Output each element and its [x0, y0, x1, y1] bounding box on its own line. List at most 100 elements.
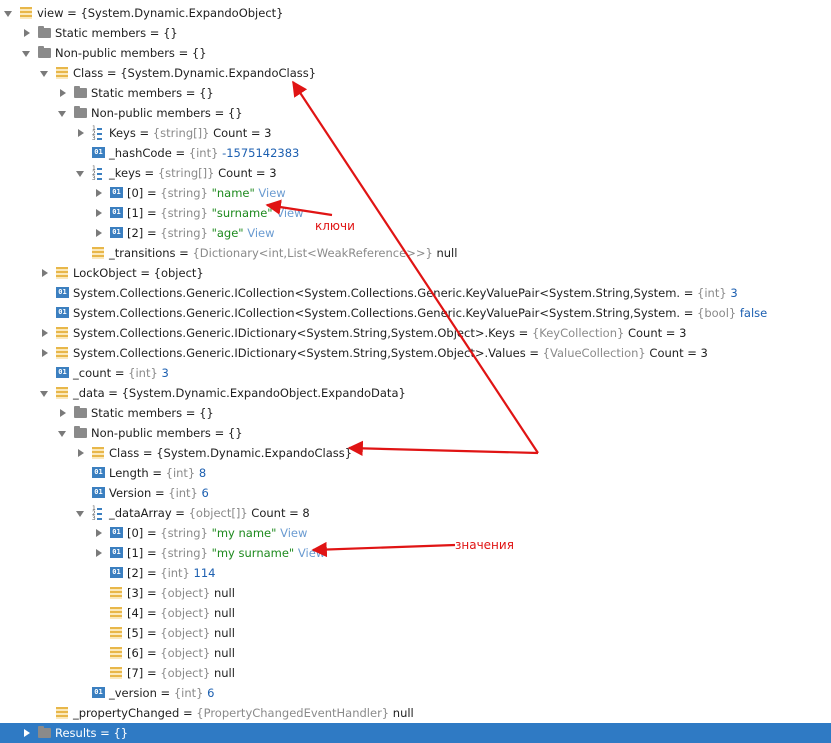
object-icon	[110, 607, 122, 619]
expand-arrow-icon[interactable]	[94, 183, 104, 203]
tree-row[interactable]: 01 _hashCode = {int} -1575142383	[0, 143, 831, 163]
primitive-icon: 01	[92, 147, 105, 158]
folder-icon	[38, 26, 51, 38]
collapse-arrow-icon[interactable]	[58, 423, 68, 443]
expand-arrow-icon[interactable]	[94, 543, 104, 563]
row-value: 114	[193, 566, 216, 580]
tree-row[interactable]: 01 _version = {int} 6	[0, 683, 831, 703]
folder-icon	[38, 46, 51, 58]
row-name: Length	[109, 466, 149, 480]
row-label: [2] = {string} "age" View	[127, 226, 275, 240]
row-label: [3] = {object} null	[127, 586, 235, 600]
expand-arrow-icon[interactable]	[94, 523, 104, 543]
row-type: {object[]}	[188, 506, 248, 520]
collapse-arrow-icon[interactable]	[40, 63, 50, 83]
row-type: {int}	[160, 566, 190, 580]
tree-row[interactable]: Static members = {}	[0, 83, 831, 103]
tree-row[interactable]: 01 [0] = {string} "name" View	[0, 183, 831, 203]
expand-arrow-icon[interactable]	[76, 123, 86, 143]
expand-arrow-icon[interactable]	[76, 443, 86, 463]
collapse-arrow-icon[interactable]	[40, 383, 50, 403]
primitive-icon: 01	[110, 187, 123, 198]
row-value: "my surname"	[211, 546, 295, 560]
row-type: {object}	[160, 626, 211, 640]
tree-row[interactable]: Non-public members = {}	[0, 103, 831, 123]
tree-row[interactable]: 01 [1] = {string} "surname" View	[0, 203, 831, 223]
object-icon	[110, 627, 122, 639]
row-name: _keys	[109, 166, 141, 180]
view-link[interactable]: View	[280, 526, 307, 540]
collapse-arrow-icon[interactable]	[22, 43, 32, 63]
primitive-icon: 01	[110, 567, 123, 578]
tree-row[interactable]: 01 Length = {int} 8	[0, 463, 831, 483]
tree-row[interactable]: [5] = {object} null	[0, 623, 831, 643]
collapse-arrow-icon[interactable]	[4, 3, 14, 23]
tree-row[interactable]: Non-public members = {}	[0, 43, 831, 63]
object-icon	[56, 387, 68, 399]
primitive-icon: 01	[56, 287, 69, 298]
tree-row[interactable]: 01 Version = {int} 6	[0, 483, 831, 503]
row-extra: null	[213, 606, 235, 620]
view-link[interactable]: View	[276, 206, 303, 220]
tree-row[interactable]: 01 System.Collections.Generic.ICollection…	[0, 303, 831, 323]
expand-arrow-icon[interactable]	[22, 723, 32, 743]
tree-row[interactable]: _propertyChanged = {PropertyChangedEvent…	[0, 703, 831, 723]
expand-arrow-icon[interactable]	[58, 403, 68, 423]
row-extra: Count = 3	[627, 326, 687, 340]
expand-arrow-icon[interactable]	[40, 323, 50, 343]
row-label: _hashCode = {int} -1575142383	[109, 146, 300, 160]
expand-arrow-icon[interactable]	[40, 263, 50, 283]
row-extra: Count = 3	[218, 166, 277, 180]
folder-icon	[74, 86, 87, 98]
row-type: {string}	[160, 186, 208, 200]
tree-row[interactable]: 01 [1] = {string} "my surname" View	[0, 543, 831, 563]
tree-row[interactable]: 1 2 3 _keys = {string[]} Count = 3	[0, 163, 831, 183]
tree-row[interactable]: [3] = {object} null	[0, 583, 831, 603]
view-link[interactable]: View	[258, 186, 285, 200]
row-name: [6]	[127, 646, 144, 660]
tree-row[interactable]: LockObject = {object}	[0, 263, 831, 283]
row-type: {System.Dynamic.ExpandoObject.ExpandoDat…	[121, 386, 406, 400]
array-icon: 123	[92, 506, 104, 522]
tree-row[interactable]: Class = {System.Dynamic.ExpandoClass}	[0, 443, 831, 463]
expand-arrow-icon[interactable]	[94, 223, 104, 243]
collapse-arrow-icon[interactable]	[58, 103, 68, 123]
array-icon: 123	[92, 166, 104, 182]
collapse-arrow-icon[interactable]	[76, 163, 86, 183]
tree-row[interactable]: 01 [2] = {int} 114	[0, 563, 831, 583]
tree-row[interactable]: System.Collections.Generic.IDictionary<S…	[0, 343, 831, 363]
row-value: "name"	[211, 186, 255, 200]
row-type: {int}	[697, 286, 727, 300]
row-extra: null	[392, 706, 414, 720]
tree-row[interactable]: Non-public members = {}	[0, 423, 831, 443]
expand-arrow-icon[interactable]	[58, 83, 68, 103]
tree-row[interactable]: _transitions = {Dictionary<int,List<Weak…	[0, 243, 831, 263]
row-type: {}	[227, 106, 243, 120]
tree-row[interactable]: view = {System.Dynamic.ExpandoObject}	[0, 3, 831, 23]
tree-row[interactable]: [6] = {object} null	[0, 643, 831, 663]
expand-arrow-icon[interactable]	[40, 343, 50, 363]
tree-row[interactable]: _data = {System.Dynamic.ExpandoObject.Ex…	[0, 383, 831, 403]
view-link[interactable]: View	[247, 226, 274, 240]
tree-row[interactable]: 01 _count = {int} 3	[0, 363, 831, 383]
tree-row[interactable]: Static members = {}	[0, 23, 831, 43]
tree-row[interactable]: [4] = {object} null	[0, 603, 831, 623]
tree-row[interactable]: 01 [2] = {string} "age" View	[0, 223, 831, 243]
row-type: {object}	[160, 646, 211, 660]
expand-arrow-icon[interactable]	[22, 23, 32, 43]
row-type: {string[]}	[157, 166, 215, 180]
view-link[interactable]: View	[298, 546, 325, 560]
tree-row[interactable]: Class = {System.Dynamic.ExpandoClass}	[0, 63, 831, 83]
collapse-arrow-icon[interactable]	[76, 503, 86, 523]
tree-row[interactable]: Static members = {}	[0, 403, 831, 423]
tree-row[interactable]: 01 System.Collections.Generic.ICollection…	[0, 283, 831, 303]
tree-row[interactable]: Results = {}	[0, 723, 831, 743]
row-name: _count	[73, 366, 112, 380]
tree-row[interactable]: 01 [0] = {string} "my name" View	[0, 523, 831, 543]
row-type: {int}	[165, 466, 196, 480]
tree-row[interactable]: 1 2 3 Keys = {string[]} Count = 3	[0, 123, 831, 143]
tree-row[interactable]: System.Collections.Generic.IDictionary<S…	[0, 323, 831, 343]
tree-row[interactable]: [7] = {object} null	[0, 663, 831, 683]
expand-arrow-icon[interactable]	[94, 203, 104, 223]
tree-row[interactable]: 1 2 3 _dataArray = {object[]} Count = 8	[0, 503, 831, 523]
